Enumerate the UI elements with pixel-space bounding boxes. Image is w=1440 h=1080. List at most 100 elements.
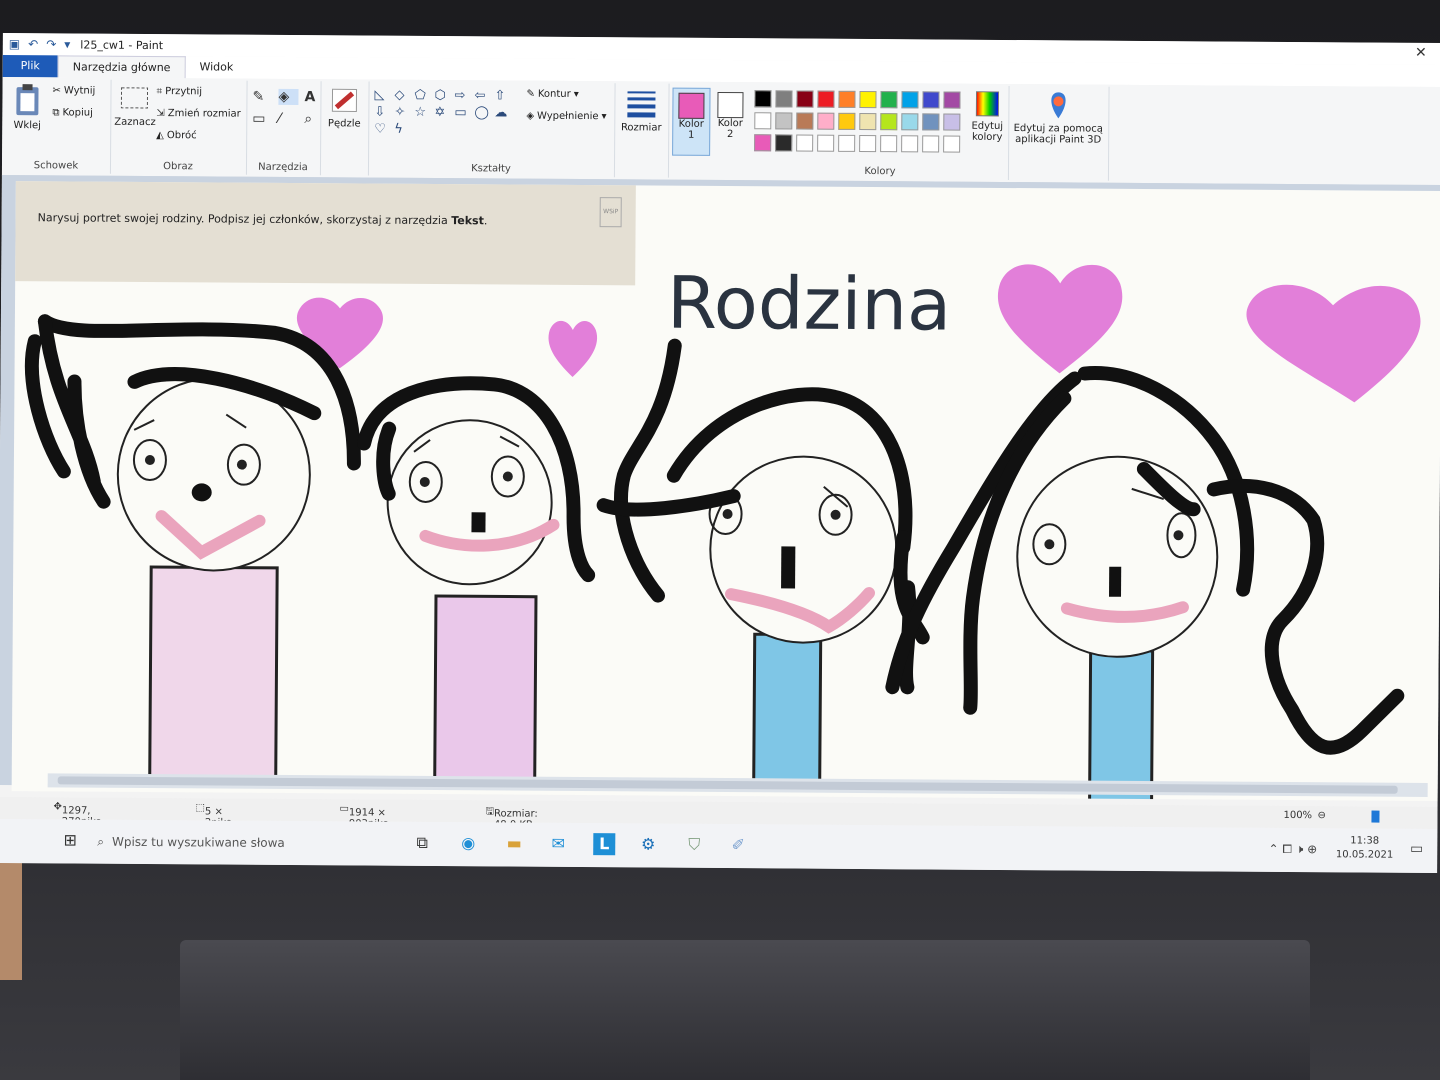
close-icon[interactable]: ✕ — [1415, 45, 1427, 61]
windows-start-icon[interactable]: ⊞ — [59, 829, 81, 851]
app-l-icon[interactable]: L — [593, 833, 616, 856]
paint-icon[interactable]: ✐ — [727, 834, 749, 856]
rotate-label: Obróć — [166, 130, 197, 142]
notifications-icon[interactable]: ▭ — [1410, 841, 1423, 857]
cut-button[interactable]: ✂ Wytnij — [52, 85, 95, 96]
up-arrow-shape-icon[interactable]: ⇧ — [494, 88, 512, 103]
palette-swatch[interactable] — [880, 91, 898, 109]
palette-swatch[interactable] — [817, 112, 835, 130]
eraser-icon[interactable]: ▭ — [252, 111, 272, 127]
palette-swatch[interactable] — [754, 112, 772, 130]
palette-swatch[interactable] — [901, 91, 919, 109]
save-icon[interactable]: ▣ — [9, 37, 20, 51]
edit-colors-button[interactable]: Edytuj kolory — [968, 90, 1006, 143]
palette-swatch[interactable] — [859, 90, 877, 109]
redo-icon[interactable]: ↷ — [46, 37, 56, 51]
palette-swatch[interactable] — [775, 112, 793, 130]
left-arrow-shape-icon[interactable]: ⇦ — [474, 88, 492, 103]
heart-1 — [296, 297, 383, 369]
tab-file[interactable]: Plik — [2, 54, 58, 78]
zoom-out-button[interactable]: ⊖ — [1317, 810, 1325, 821]
tab-home[interactable]: Narzędzia główne — [57, 55, 186, 79]
palette-swatch[interactable] — [943, 113, 961, 131]
palette-swatch[interactable] — [922, 113, 940, 131]
palette-swatch[interactable] — [859, 112, 877, 131]
color2-button[interactable]: Kolor 2 — [712, 88, 748, 154]
palette-swatch[interactable] — [796, 134, 814, 152]
task-view-icon[interactable]: ⧉ — [411, 832, 433, 854]
six-star-shape-icon[interactable]: ✡ — [434, 105, 452, 120]
color1-number: 1 — [687, 129, 695, 141]
security-shield-icon[interactable]: ⛉ — [683, 834, 705, 856]
settings-gear-icon[interactable]: ⚙ — [637, 833, 659, 855]
color1-button[interactable]: Kolor 1 — [672, 87, 711, 156]
fill-button[interactable]: ◈ Wypełnienie ▾ — [526, 111, 606, 123]
outline-button[interactable]: ✎ Kontur ▾ — [526, 89, 578, 100]
taskbar-clock[interactable]: 11:38 10.05.2021 — [1336, 834, 1393, 862]
size-group[interactable]: Rozmiar — [613, 83, 670, 178]
palette-swatch[interactable] — [838, 112, 856, 130]
search-input[interactable]: Wpisz tu wyszukiwane słowa — [112, 835, 285, 850]
pentagon-shape-icon[interactable]: ⬠ — [414, 88, 432, 103]
palette-swatch[interactable] — [901, 135, 919, 153]
palette-swatch[interactable] — [775, 90, 793, 108]
size-button[interactable]: Rozmiar — [620, 87, 662, 134]
palette-swatch[interactable] — [817, 134, 835, 152]
lightning-shape-icon[interactable]: ϟ — [394, 122, 412, 137]
palette-swatch[interactable] — [901, 113, 919, 131]
callout-rect-shape-icon[interactable]: ▭ — [454, 105, 472, 120]
select-button[interactable]: Zaznacz — [114, 84, 156, 128]
system-tray[interactable]: ⌃ ⧠ 🕨 ⊕ — [1268, 842, 1317, 857]
palette-swatch[interactable] — [775, 134, 793, 152]
zoom-slider[interactable] — [1371, 810, 1380, 823]
palette-swatch[interactable] — [817, 90, 835, 108]
copy-button[interactable]: ⧉ Kopiuj — [52, 107, 93, 118]
tab-view[interactable]: Widok — [185, 56, 247, 78]
callout-oval-shape-icon[interactable]: ◯ — [474, 105, 492, 120]
callout-cloud-shape-icon[interactable]: ☁ — [494, 105, 512, 120]
four-star-shape-icon[interactable]: ✧ — [394, 105, 412, 120]
rotate-button[interactable]: ◭ Obróć — [156, 130, 197, 141]
palette-swatch[interactable] — [859, 134, 877, 153]
edge-icon[interactable]: ◉ — [457, 832, 479, 854]
palette-swatch[interactable] — [922, 135, 940, 153]
shapes-gallery[interactable]: ◺ ◇ ⬠ ⬡ ⇨ ⇦ ⇧ ⇩ ✧ ☆ ✡ ▭ ◯ ☁ ♡ ϟ — [374, 88, 508, 138]
palette-swatch[interactable] — [880, 135, 898, 153]
crop-button[interactable]: ⌗ Przytnij — [156, 86, 202, 97]
palette-swatch[interactable] — [943, 91, 961, 109]
palette-swatch[interactable] — [754, 90, 772, 108]
palette-swatch[interactable] — [754, 134, 772, 152]
triangle-shape-icon[interactable]: ◺ — [374, 88, 392, 103]
screen: ▣ ↶ ↷ ▾ l25_cw1 - Paint ✕ Plik Narzędzia… — [0, 32, 1440, 874]
resize-button[interactable]: ⇲ Zmień rozmiar — [156, 108, 241, 120]
palette-swatch[interactable] — [922, 91, 940, 109]
drawing-title: Rodzina — [667, 261, 952, 347]
brushes-button[interactable]: Pędzle — [326, 85, 362, 129]
five-star-shape-icon[interactable]: ☆ — [414, 105, 432, 120]
palette-swatch[interactable] — [796, 112, 814, 130]
mail-icon[interactable]: ✉ — [547, 833, 569, 855]
color-picker-icon[interactable]: ⁄ — [278, 111, 298, 127]
pencil-icon[interactable]: ✎ — [252, 89, 272, 105]
paste-button[interactable]: Wklej — [10, 83, 44, 131]
palette-swatch[interactable] — [880, 113, 898, 131]
paint3d-button[interactable]: Edytuj za pomocą aplikacji Paint 3D — [1012, 90, 1104, 146]
undo-icon[interactable]: ↶ — [28, 37, 38, 51]
palette-swatch[interactable] — [796, 90, 814, 108]
brushes-group[interactable]: Pędzle — [319, 81, 370, 176]
fill-label: Wypełnienie — [537, 110, 599, 123]
palette-swatch[interactable] — [838, 134, 856, 152]
customize-icon[interactable]: ▾ — [64, 37, 70, 51]
diamond-shape-icon[interactable]: ◇ — [394, 88, 412, 103]
fill-icon[interactable]: ◈ — [278, 88, 299, 106]
shapes-group-label: Kształty — [471, 163, 511, 175]
hexagon-shape-icon[interactable]: ⬡ — [434, 88, 452, 103]
down-arrow-shape-icon[interactable]: ⇩ — [374, 105, 392, 120]
right-arrow-shape-icon[interactable]: ⇨ — [454, 88, 472, 103]
tools-group: ✎ ◈ A ▭ ⁄ ⌕ Narzędzia — [245, 80, 322, 176]
palette-swatch[interactable] — [838, 90, 856, 108]
heart-shape-icon[interactable]: ♡ — [374, 122, 392, 137]
taskbar-search[interactable]: ⌕ Wpisz tu wyszukiwane słowa — [97, 830, 397, 856]
palette-swatch[interactable] — [943, 135, 961, 153]
file-explorer-icon[interactable]: ▬ — [503, 832, 525, 854]
